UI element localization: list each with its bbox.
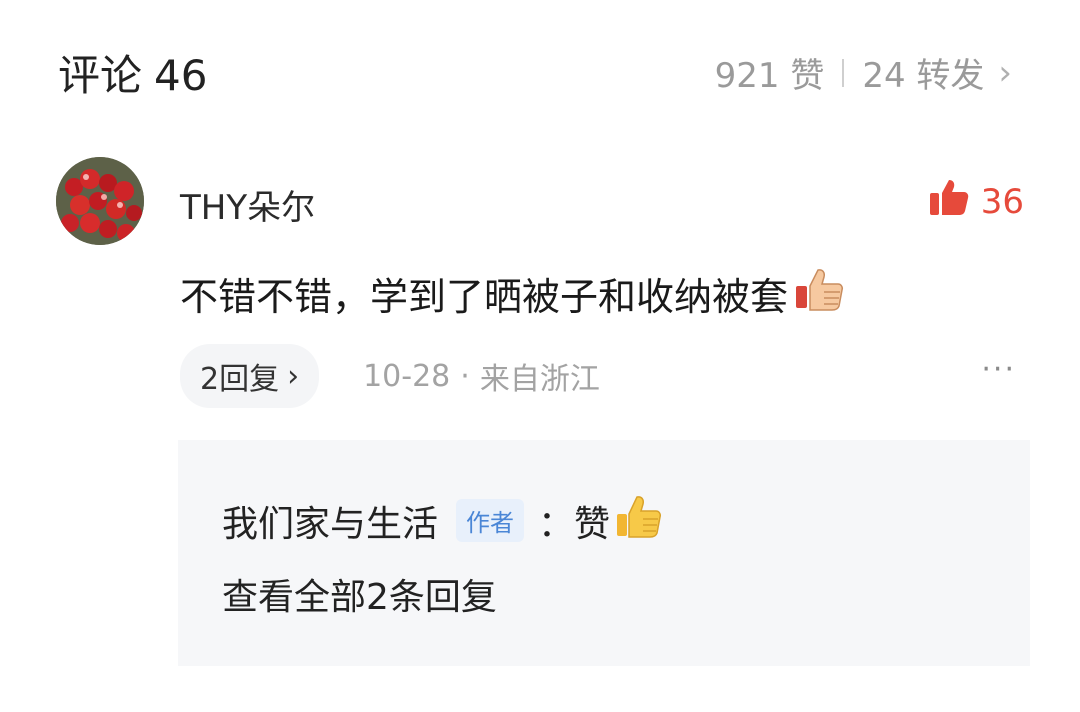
comments-header: 评论 46 xyxy=(58,42,207,103)
chevron-right-icon: › xyxy=(998,52,1012,93)
sub-reply-username[interactable]: 我们家与生活 xyxy=(222,495,438,547)
sub-reply-item[interactable]: 我们家与生活 作者 ：赞 xyxy=(222,492,662,549)
thumbs-up-emoji-icon xyxy=(794,266,844,321)
stats-divider xyxy=(842,58,845,87)
comment-like-button[interactable]: 36 xyxy=(929,178,1024,225)
thumbs-up-emoji-icon xyxy=(614,492,662,549)
meta-dot: · xyxy=(460,358,470,394)
view-all-replies-link[interactable]: 查看全部2条回复 xyxy=(222,568,497,620)
author-badge: 作者 xyxy=(456,499,525,542)
replies-button[interactable]: 2回复 › xyxy=(180,344,320,408)
comment-username[interactable]: THY朵尔 xyxy=(180,180,315,229)
sub-replies-panel xyxy=(178,440,1030,666)
comment-body: 不错不错，学到了晒被子和收纳被套 xyxy=(180,266,844,321)
comment-like-count: 36 xyxy=(980,181,1024,222)
sub-reply-text: ：赞 xyxy=(538,503,611,545)
more-dots-icon[interactable]: ··· xyxy=(981,352,1016,387)
comments-count: 46 xyxy=(154,51,208,100)
reposts-count: 24 转发 xyxy=(862,56,985,96)
comments-title-label: 评论 xyxy=(58,51,143,100)
avatar[interactable] xyxy=(56,157,144,245)
chevron-right-icon: › xyxy=(287,358,300,394)
post-stats[interactable]: 921 赞 24 转发 › xyxy=(715,48,1012,97)
thumbs-up-icon xyxy=(929,178,969,225)
comment-section: 评论 46 921 赞 24 转发 › THY朵尔 36 不错不错，学到了晒被子… xyxy=(0,0,1080,712)
comment-meta: 2回复 › 10-28 · 来自浙江 xyxy=(180,344,600,408)
comment-text: 不错不错，学到了晒被子和收纳被套 xyxy=(180,275,789,319)
comment-meta-info: 10-28 · 来自浙江 xyxy=(363,354,600,398)
replies-button-label: 2回复 xyxy=(200,362,280,397)
comment-date: 10-28 xyxy=(363,358,451,394)
comment-location: 来自浙江 xyxy=(479,362,600,397)
likes-count: 921 赞 xyxy=(714,56,825,96)
